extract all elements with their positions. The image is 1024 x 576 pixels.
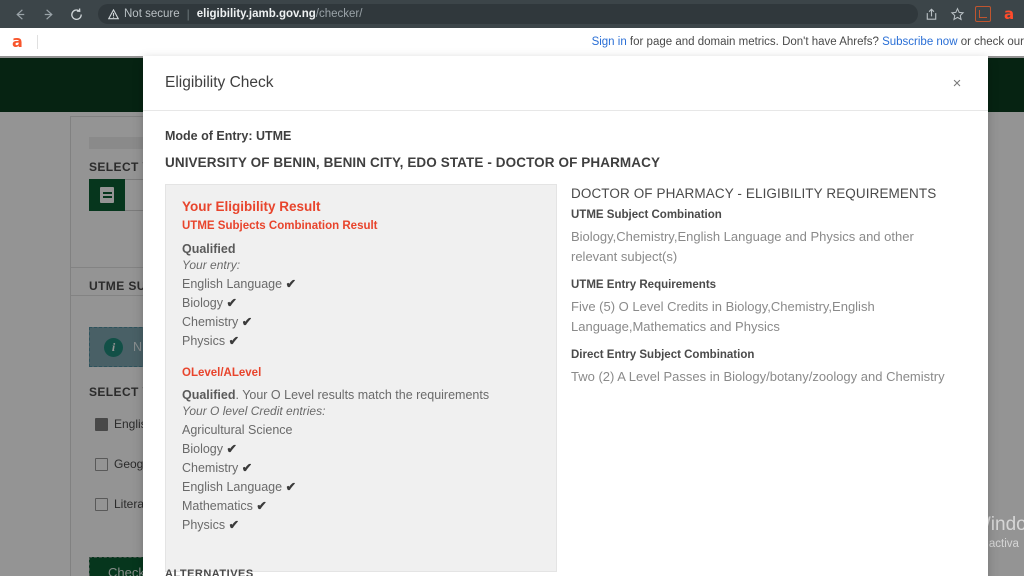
requirement-label-1: UTME Entry Requirements bbox=[571, 279, 717, 291]
list-item: Chemistry ✔ bbox=[182, 459, 540, 478]
modal-title: Eligibility Check bbox=[165, 74, 274, 91]
utme-status: Qualified bbox=[182, 242, 236, 256]
check-icon: ✔ bbox=[226, 296, 237, 310]
url-domain: eligibility.jamb.gov.ng bbox=[196, 8, 316, 20]
screenshot-root: Not secure | eligibility.jamb.gov.ng/che… bbox=[0, 0, 1024, 576]
list-item: Physics ✔ bbox=[182, 332, 540, 351]
check-icon: ✔ bbox=[241, 461, 253, 475]
result-title: Your Eligibility Result bbox=[182, 199, 321, 214]
omnibox-separator: | bbox=[186, 7, 190, 21]
requirement-label-0: UTME Subject Combination bbox=[571, 209, 722, 221]
not-secure-warning-icon bbox=[108, 8, 119, 20]
ahrefs-message-part1: for page and domain metrics. Don't have … bbox=[626, 36, 883, 48]
requirement-text-2: Two (2) A Level Passes in Biology/botany… bbox=[571, 369, 945, 384]
olevel-subject-3: English Language bbox=[182, 480, 283, 494]
modal-header: Eligibility Check × bbox=[143, 56, 988, 111]
browser-toolbar-actions: a bbox=[918, 0, 1024, 28]
url-path: /checker/ bbox=[315, 8, 363, 20]
list-item: Mathematics ✔ bbox=[182, 497, 540, 516]
olevel-status-bold: Qualified bbox=[182, 388, 236, 402]
check-icon: ✔ bbox=[241, 315, 253, 329]
ahrefs-divider bbox=[36, 35, 38, 49]
check-icon: ✔ bbox=[256, 499, 267, 513]
share-icon[interactable] bbox=[918, 0, 944, 28]
utme-entry-label: Your entry: bbox=[182, 258, 241, 272]
ahrefs-profile-letter: a bbox=[1003, 5, 1015, 23]
list-item: Biology ✔ bbox=[182, 294, 540, 313]
list-item: Biology ✔ bbox=[182, 440, 540, 459]
result-subtitle: UTME Subjects Combination Result bbox=[182, 220, 378, 232]
ahrefs-subscribe-link[interactable]: Subscribe now bbox=[882, 36, 957, 48]
list-item: Chemistry ✔ bbox=[182, 313, 540, 332]
extension-icon[interactable] bbox=[970, 0, 996, 28]
browser-toolbar: Not secure | eligibility.jamb.gov.ng/che… bbox=[0, 0, 1024, 28]
olevel-status: Qualified. Your O Level results match th… bbox=[182, 388, 540, 402]
ahrefs-message-part2: or check our bbox=[957, 36, 1024, 48]
alternatives-heading: ALTERNATIVES bbox=[165, 568, 254, 576]
extension-icon-glyph bbox=[975, 6, 991, 22]
ahrefs-logo: a bbox=[12, 32, 23, 51]
close-icon[interactable]: × bbox=[948, 74, 966, 92]
requirement-text-0: Biology,Chemistry,English Language and P… bbox=[571, 229, 914, 264]
requirement-text-1: Five (5) O Level Credits in Biology,Chem… bbox=[571, 299, 875, 334]
security-status-label: Not secure bbox=[124, 8, 180, 20]
list-item: Agricultural Science bbox=[182, 421, 540, 440]
utme-subject-3: Physics bbox=[182, 334, 226, 348]
list-item: English Language ✔ bbox=[182, 275, 540, 294]
ahrefs-sign-in-link[interactable]: Sign in bbox=[592, 36, 627, 48]
requirements-heading: DOCTOR OF PHARMACY - ELIGIBILITY REQUIRE… bbox=[571, 186, 937, 201]
olevel-subject-2: Chemistry bbox=[182, 461, 239, 475]
requirement-label-2: Direct Entry Subject Combination bbox=[571, 349, 755, 361]
reload-icon[interactable] bbox=[62, 0, 90, 28]
olevel-subject-1: Biology bbox=[182, 442, 223, 456]
check-icon: ✔ bbox=[228, 518, 240, 532]
list-item: English Language ✔ bbox=[182, 478, 540, 497]
olevel-subject-0: Agricultural Science bbox=[182, 423, 293, 437]
utme-subject-0: English Language bbox=[182, 277, 283, 291]
modal-columns: Your Eligibility Result UTME Subjects Co… bbox=[165, 184, 966, 572]
eligibility-check-modal: Eligibility Check × Mode of Entry: UTME … bbox=[143, 56, 988, 576]
check-icon: ✔ bbox=[285, 480, 297, 494]
modal-body: Mode of Entry: UTME UNIVERSITY OF BENIN,… bbox=[143, 111, 988, 572]
check-icon: ✔ bbox=[228, 334, 240, 348]
ahrefs-message: Sign in for page and domain metrics. Don… bbox=[592, 36, 1024, 48]
institution-course: UNIVERSITY OF BENIN, BENIN CITY, EDO STA… bbox=[165, 155, 661, 170]
olevel-subject-5: Physics bbox=[182, 518, 226, 532]
check-icon: ✔ bbox=[285, 277, 297, 291]
olevel-status-rest: . Your O Level results match the require… bbox=[235, 388, 490, 402]
star-icon[interactable] bbox=[944, 0, 970, 28]
list-item: Physics ✔ bbox=[182, 516, 540, 535]
utme-subject-2: Chemistry bbox=[182, 315, 239, 329]
eligibility-result-card: Your Eligibility Result UTME Subjects Co… bbox=[165, 184, 557, 572]
olevel-entry-label: Your O level Credit entries: bbox=[182, 404, 326, 418]
olevel-alevel-title: OLevel/ALevel bbox=[182, 367, 262, 379]
ahrefs-extension-bar: a Sign in for page and domain metrics. D… bbox=[0, 28, 1024, 57]
forward-arrow-icon[interactable] bbox=[34, 0, 62, 28]
olevel-subject-4: Mathematics bbox=[182, 499, 253, 513]
mode-of-entry: Mode of Entry: UTME bbox=[165, 129, 292, 143]
address-bar[interactable]: Not secure | eligibility.jamb.gov.ng/che… bbox=[98, 4, 918, 24]
utme-subject-1: Biology bbox=[182, 296, 223, 310]
ahrefs-profile-icon[interactable]: a bbox=[996, 0, 1022, 28]
check-icon: ✔ bbox=[226, 442, 237, 456]
eligibility-requirements-panel: DOCTOR OF PHARMACY - ELIGIBILITY REQUIRE… bbox=[571, 184, 963, 399]
back-arrow-icon[interactable] bbox=[6, 0, 34, 28]
